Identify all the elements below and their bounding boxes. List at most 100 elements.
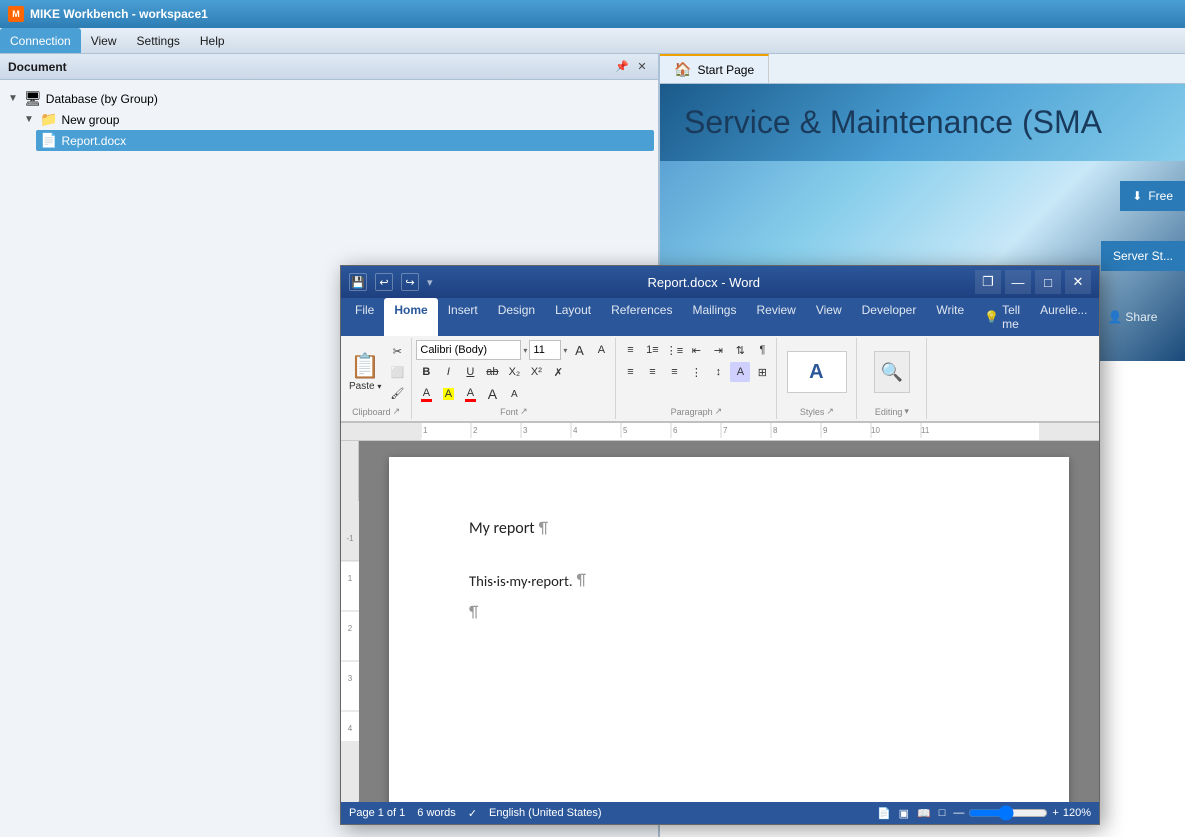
tree-file[interactable]: 📄 Report.docx: [36, 130, 654, 151]
clear-format-button[interactable]: ✗: [548, 362, 568, 382]
word-close-button[interactable]: ✕: [1065, 270, 1091, 294]
font-name-dropdown-arrow[interactable]: ▾: [523, 346, 527, 355]
borders-button[interactable]: ⊞: [752, 362, 772, 382]
zoom-plus[interactable]: +: [1052, 807, 1058, 819]
editing-expand-icon[interactable]: ▾: [904, 406, 909, 417]
styles-expand-icon[interactable]: ↗: [826, 406, 834, 417]
zoom-minus[interactable]: —: [953, 807, 964, 819]
pilcrow-3: ¶: [469, 601, 478, 625]
status-right: 📄 ▣ 📖 □ — + 120%: [877, 805, 1091, 821]
word-maximize-button[interactable]: □: [1035, 270, 1061, 294]
status-view-read[interactable]: 📖: [917, 807, 931, 820]
font-size-dropdown-arrow[interactable]: ▾: [563, 346, 567, 355]
menu-help[interactable]: Help: [190, 28, 235, 53]
increase-indent-button[interactable]: ⇥: [708, 340, 728, 360]
justify-button[interactable]: ⋮: [686, 362, 706, 382]
panel-close-button[interactable]: ✕: [634, 59, 650, 75]
subscript-button[interactable]: X₂: [504, 362, 524, 382]
word-restore-button[interactable]: ❐: [975, 270, 1001, 294]
styles-box[interactable]: A: [787, 351, 847, 393]
text-highlight-button[interactable]: A: [438, 384, 458, 404]
tab-view[interactable]: View: [806, 298, 852, 336]
tab-design[interactable]: Design: [488, 298, 545, 336]
font-name-input[interactable]: [416, 340, 521, 360]
bold-button[interactable]: B: [416, 362, 436, 382]
font-size-input[interactable]: [529, 340, 561, 360]
doc-line-2: This·is·my·report. ¶: [469, 569, 989, 593]
decrease-indent-button[interactable]: ⇤: [686, 340, 706, 360]
tab-tell-me[interactable]: 💡Tell me: [974, 298, 1030, 336]
paragraph-group: ≡ 1≡ ⋮≡ ⇤ ⇥ ⇅ ¶ ≡ ≡ ≡ ⋮ ↕ A: [616, 338, 777, 419]
word-vertical-ruler: -1 1 2 3 4: [341, 441, 359, 802]
tab-file[interactable]: File: [345, 298, 384, 336]
tab-home-icon: 🏠: [674, 61, 691, 78]
svg-text:4: 4: [573, 426, 578, 435]
panel-pin-button[interactable]: 📌: [614, 59, 630, 75]
strikethrough-button[interactable]: ab: [482, 362, 502, 382]
doc-content: My report ¶ This·is·my·report. ¶ ¶: [469, 517, 989, 625]
tab-aurelie[interactable]: Aurelie...: [1030, 298, 1097, 336]
status-view-layout[interactable]: □: [939, 807, 946, 819]
status-page: Page 1 of 1: [349, 807, 405, 819]
zoom-range[interactable]: [968, 805, 1048, 821]
font-size-small-button[interactable]: A: [504, 384, 524, 404]
align-right-button[interactable]: ≡: [664, 362, 684, 382]
zoom-slider: — + 120%: [953, 805, 1091, 821]
underline-button[interactable]: U: [460, 362, 480, 382]
tab-home[interactable]: Home: [384, 298, 437, 336]
tab-review[interactable]: Review: [746, 298, 805, 336]
cut-button[interactable]: ✂: [387, 341, 407, 361]
align-left-button[interactable]: ≡: [620, 362, 640, 382]
menu-bar: Connection View Settings Help: [0, 28, 1185, 54]
status-view-normal[interactable]: ▣: [899, 807, 909, 820]
sma-header: Service & Maintenance (SMA: [660, 84, 1185, 161]
italic-button[interactable]: I: [438, 362, 458, 382]
tab-mailings[interactable]: Mailings: [682, 298, 746, 336]
font-color-button[interactable]: A: [416, 384, 436, 404]
word-title-left: 💾 ↩ ↩ ▾: [349, 273, 433, 291]
paste-icon: 📋: [350, 352, 380, 381]
shading-button[interactable]: A: [730, 362, 750, 382]
decrease-font-button[interactable]: A: [591, 340, 611, 360]
align-center-button[interactable]: ≡: [642, 362, 662, 382]
copy-button[interactable]: ⬜: [387, 362, 407, 382]
tab-developer[interactable]: Developer: [852, 298, 927, 336]
word-toolbar-more: ▾: [427, 276, 433, 289]
menu-view[interactable]: View: [81, 28, 127, 53]
paragraph-expand-icon[interactable]: ↗: [715, 406, 723, 417]
paste-button[interactable]: 📋 Paste ▾: [345, 350, 385, 394]
free-button[interactable]: ⬇ Free: [1120, 181, 1185, 211]
tab-start-page[interactable]: 🏠 Start Page: [660, 54, 769, 83]
tab-insert[interactable]: Insert: [438, 298, 488, 336]
list-ordered-button[interactable]: 1≡: [642, 340, 662, 360]
list-unordered-button[interactable]: ≡: [620, 340, 640, 360]
sort-button[interactable]: ⇅: [730, 340, 750, 360]
font-color-2-button[interactable]: A: [460, 384, 480, 404]
word-redo-button[interactable]: ↩: [401, 273, 419, 291]
tree-group[interactable]: ▼ 📁 New group: [20, 109, 654, 130]
format-painter-button[interactable]: 🖌: [387, 383, 407, 403]
font-expand-icon[interactable]: ↗: [520, 406, 528, 417]
word-undo-button[interactable]: ↩: [375, 273, 393, 291]
clipboard-expand-icon[interactable]: ↗: [393, 406, 401, 417]
tab-share[interactable]: 👤Share: [1097, 298, 1167, 336]
word-save-button[interactable]: 💾: [349, 273, 367, 291]
line-spacing-button[interactable]: ↕: [708, 362, 728, 382]
editing-search-button[interactable]: 🔍: [874, 351, 910, 393]
menu-connection[interactable]: Connection: [0, 28, 81, 53]
increase-font-button[interactable]: A: [569, 340, 589, 360]
doc-text-1[interactable]: My report: [469, 517, 535, 541]
multilevel-list-button[interactable]: ⋮≡: [664, 340, 684, 360]
tab-references[interactable]: References: [601, 298, 682, 336]
pilcrow-button[interactable]: ¶: [752, 340, 772, 360]
word-doc-area[interactable]: My report ¶ This·is·my·report. ¶ ¶: [359, 441, 1099, 802]
superscript-button[interactable]: X²: [526, 362, 546, 382]
tree-root[interactable]: ▼ 🖥 Database (by Group): [4, 88, 654, 109]
word-minimize-button[interactable]: —: [1005, 270, 1031, 294]
doc-text-2[interactable]: This·is·my·report.: [469, 570, 573, 592]
font-size-big-button[interactable]: A: [482, 384, 502, 404]
tab-layout[interactable]: Layout: [545, 298, 601, 336]
tab-write[interactable]: Write: [926, 298, 974, 336]
menu-settings[interactable]: Settings: [127, 28, 190, 53]
svg-text:2: 2: [473, 426, 478, 435]
